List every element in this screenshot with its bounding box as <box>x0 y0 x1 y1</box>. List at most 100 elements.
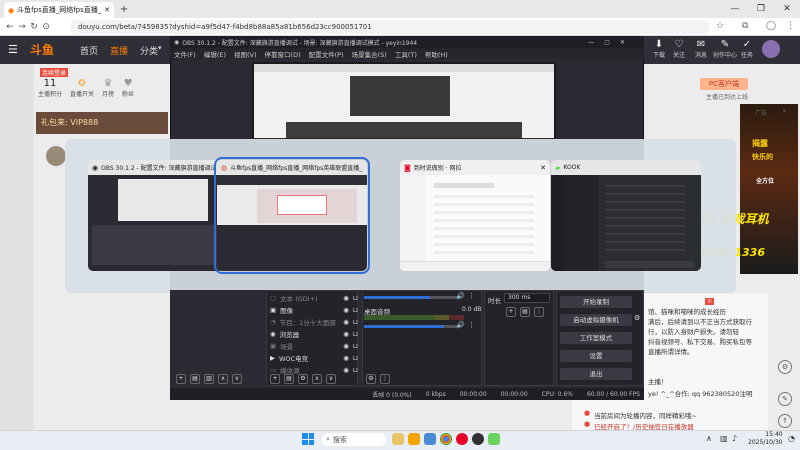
eye-icon[interactable]: ◉ <box>343 306 349 314</box>
minimize-icon[interactable]: — <box>722 4 748 14</box>
obs-menu-edit[interactable]: 编辑(E) <box>204 49 226 59</box>
notification-bell-icon[interactable]: ◔ <box>788 434 795 443</box>
add-icon[interactable]: + <box>176 374 186 384</box>
lock-icon[interactable]: ⊔ <box>353 354 358 362</box>
exit-button[interactable]: 退出 <box>560 368 632 380</box>
lock-icon[interactable]: ⊔ <box>353 330 358 338</box>
header-tasks[interactable]: ✓ 任务 <box>738 39 756 61</box>
start-recording-button[interactable]: 开始录制 <box>560 296 632 308</box>
file-explorer-icon[interactable] <box>392 433 404 445</box>
switcher-card-kook[interactable]: ▰ KOOK <box>551 160 701 271</box>
switcher-card-chrome[interactable]: ◍ 斗鱼fps直播_网络fps直播_网络fps英雄联盟直播_斗鱼fps斗鱼直播.… <box>214 157 370 274</box>
speaker-icon[interactable]: 🔊 <box>456 292 465 300</box>
switcher-card-music[interactable]: ◙ 到时说做别 · 网拉 ✕ <box>400 160 550 271</box>
header-creator[interactable]: ✎ 创作中心 <box>712 39 738 61</box>
move-up-icon[interactable]: ∧ <box>312 374 322 384</box>
stat-switch[interactable]: ⚙ 直播开关 <box>70 78 94 98</box>
taskbar-clock[interactable]: 15:40 2025/10/30 <box>748 431 783 447</box>
studio-mode-button[interactable]: 工作室模式 <box>560 332 632 344</box>
more-icon[interactable]: ⋮ <box>534 307 544 317</box>
obs-taskbar-icon[interactable] <box>472 433 484 445</box>
source-row[interactable]: ▢ 文本 (GDI+) ◉ ⊔ <box>270 292 358 304</box>
streamer-avatar[interactable] <box>46 146 66 166</box>
eye-icon[interactable]: ◉ <box>343 318 349 326</box>
move-down-icon[interactable]: ∨ <box>232 374 242 384</box>
scroll-top-icon[interactable]: ↑ <box>778 414 792 428</box>
gift-banner[interactable]: 礼包来: VIP888 <box>36 112 168 134</box>
obs-menu-tools[interactable]: 工具(T) <box>395 49 417 59</box>
network-icon[interactable]: ▥ <box>720 434 728 443</box>
app-icon[interactable] <box>424 433 436 445</box>
header-messages[interactable]: ✉ 消息 <box>692 39 710 61</box>
chrome-taskbar-icon[interactable] <box>440 433 452 445</box>
stat-fans[interactable]: ♥ 粉丝 <box>122 78 134 98</box>
obs-menu-help[interactable]: 帮助(H) <box>425 49 448 59</box>
add-icon[interactable]: + <box>270 374 280 384</box>
source-row[interactable]: ◉ 浏览器 ◉ ⊔ <box>270 328 358 340</box>
netease-taskbar-icon[interactable] <box>456 433 468 445</box>
obs-menu-view[interactable]: 视图(V) <box>234 49 257 59</box>
hamburger-icon[interactable]: ☰ <box>8 43 18 56</box>
browser-menu-icon[interactable]: ⋮ <box>786 21 795 31</box>
obs-close-icon[interactable]: ✕ <box>620 39 625 46</box>
source-row[interactable]: ▣ 图像 ◉ ⊔ <box>270 304 358 316</box>
chat-settings-icon[interactable]: ⚙ <box>778 360 792 374</box>
browser-tab[interactable]: ◆ 斗鱼fps直播_网络fps直播_网 ✕ <box>4 2 114 18</box>
move-up-icon[interactable]: ∧ <box>218 374 228 384</box>
source-row[interactable]: ▶ WOC电竞 ◉ ⊔ <box>270 352 358 364</box>
volume-slider[interactable] <box>364 325 460 328</box>
eye-icon[interactable]: ◉ <box>343 366 349 374</box>
settings-button[interactable]: 设置 <box>560 350 632 362</box>
more-icon[interactable]: ⋮ <box>468 292 475 300</box>
switcher-card-obs[interactable]: ◉ OBS 30.1.2 - 配置文件: 深藏旗游直播调试... <box>88 160 238 271</box>
add-icon[interactable]: + <box>506 307 516 317</box>
filter-icon[interactable]: ▥ <box>204 374 214 384</box>
back-icon[interactable]: ← <box>4 22 16 32</box>
eye-icon[interactable]: ◉ <box>343 354 349 362</box>
kook-taskbar-icon[interactable] <box>488 433 500 445</box>
stat-points[interactable]: 11 主播积分 <box>38 78 62 98</box>
obs-minimize-icon[interactable]: — <box>588 39 594 46</box>
folder-icon[interactable] <box>408 433 420 445</box>
transition-duration-input[interactable]: 300 ms <box>504 293 550 303</box>
pc-client-button[interactable]: PC客户端 <box>700 78 748 90</box>
gear-icon[interactable]: ⚙ <box>298 374 308 384</box>
lock-icon[interactable]: ⊔ <box>353 366 358 374</box>
more-icon[interactable]: ⋮ <box>468 321 475 329</box>
lock-icon[interactable]: ⊔ <box>353 342 358 350</box>
card-close-icon[interactable]: ✕ <box>540 164 546 172</box>
header-download[interactable]: ⬇ 下载 <box>650 39 668 61</box>
obs-menu-scene-collection[interactable]: 场景集合(S) <box>352 49 387 59</box>
header-follow[interactable]: ♡ 关注 <box>670 39 688 61</box>
profile-icon[interactable]: ◯ <box>766 21 776 31</box>
extensions-icon[interactable]: ⧉ <box>742 21 748 31</box>
close-tab-icon[interactable]: ✕ <box>104 6 110 14</box>
ad-close-icon[interactable]: ✕ <box>782 108 787 115</box>
remove-icon[interactable]: ▤ <box>284 374 294 384</box>
remove-icon[interactable]: ▤ <box>190 374 200 384</box>
stat-monthly[interactable]: ♛ 月榜 <box>102 78 114 98</box>
speaker-icon[interactable]: 🔊 <box>456 321 465 329</box>
eye-icon[interactable]: ◉ <box>343 330 349 338</box>
source-row[interactable]: ▣ 场景 ◉ ⊔ <box>270 340 358 352</box>
eye-icon[interactable]: ◉ <box>343 294 349 302</box>
gear-icon[interactable]: ⚙ <box>366 374 376 384</box>
start-icon[interactable] <box>302 433 314 445</box>
source-row[interactable]: ◔ 节目：1分十大面部 ◉ ⊔ <box>270 316 358 328</box>
obs-menu-profile[interactable]: 配置文件(P) <box>309 49 344 59</box>
volume-icon[interactable]: ♪ <box>732 434 737 443</box>
close-icon[interactable]: ✕ <box>774 4 800 14</box>
obs-menu-file[interactable]: 文件(F) <box>174 49 196 59</box>
volume-slider[interactable] <box>364 296 460 299</box>
obs-menu-docks[interactable]: 停靠窗口(D) <box>265 49 301 59</box>
lock-icon[interactable]: ⊔ <box>353 318 358 326</box>
lock-icon[interactable]: ⊔ <box>353 306 358 314</box>
taskbar-search[interactable]: ⌕ 搜索 <box>322 433 386 446</box>
lock-icon[interactable]: ⊔ <box>353 294 358 302</box>
forward-icon[interactable]: → <box>16 22 28 32</box>
eye-icon[interactable]: ◉ <box>343 342 349 350</box>
gear-icon[interactable]: ⚙ <box>634 314 640 322</box>
new-tab-button[interactable]: + <box>118 2 130 16</box>
user-avatar[interactable] <box>762 40 780 58</box>
obs-maximize-icon[interactable]: ▢ <box>604 39 610 46</box>
